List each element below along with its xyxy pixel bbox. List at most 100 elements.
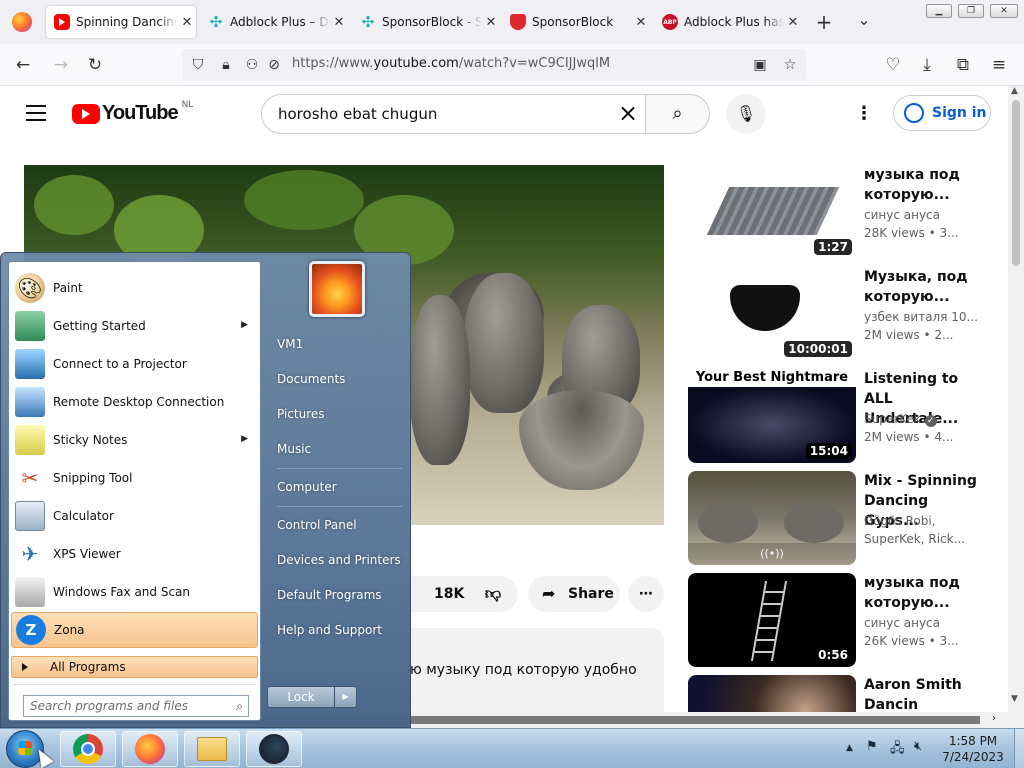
picture-in-picture-icon[interactable]: ▣ (750, 55, 770, 75)
recommendation-item[interactable]: 1:27 музыка под которую... синус ануса 2… (688, 165, 998, 259)
video-thumbnail[interactable]: 10:00:01 (688, 267, 856, 361)
start-item-paint[interactable]: 🎨︎ Paint (11, 270, 258, 306)
tab-adblock-plus[interactable]: ABP Adblock Plus has ✕ (654, 6, 802, 38)
close-tab-icon[interactable]: ✕ (330, 15, 348, 30)
restore-window-button[interactable]: ❐ (958, 4, 984, 18)
start-link-devices-printers[interactable]: Devices and Printers (269, 545, 404, 575)
url-text[interactable]: https://www.youtube.com/watch?v=wC9CIJJw… (292, 56, 610, 71)
extensions-icon[interactable]: ⧉ (952, 54, 974, 76)
tab-sponsorblock-skip[interactable]: ✣ SponsorBlock - Sk ✕ (352, 6, 500, 38)
share-button[interactable]: ➦ Share (528, 576, 620, 612)
all-programs-button[interactable]: All Programs (11, 656, 258, 678)
channel-name[interactable]: SuperKek ✓ (864, 412, 937, 427)
show-desktop-button[interactable] (1014, 729, 1024, 768)
start-item-calculator[interactable]: Calculator (11, 498, 258, 534)
tab-sponsorblock[interactable]: SponsorBlock ✕ (502, 6, 650, 38)
user-avatar[interactable] (309, 261, 365, 317)
dislike-icon[interactable]: 👎︎ (468, 576, 518, 612)
close-tab-icon[interactable]: ✕ (178, 15, 196, 30)
start-item-snipping-tool[interactable]: ✂ Snipping Tool (11, 460, 258, 496)
start-search-input[interactable]: Search programs and files ⌕ (23, 695, 249, 717)
close-window-button[interactable]: ✕ (990, 4, 1018, 18)
video-title[interactable]: музыка под которую... (864, 573, 982, 613)
downloads-icon[interactable]: ⤓ (916, 54, 938, 76)
autoplay-blocked-icon[interactable]: ⊘ (264, 55, 284, 75)
scroll-up-arrow-icon[interactable]: ▲ (1011, 86, 1018, 96)
channel-name[interactable]: синус ануса (864, 208, 940, 222)
more-actions-button[interactable]: ⋯ (628, 576, 664, 612)
start-link-documents[interactable]: Documents (269, 364, 404, 394)
lock-icon[interactable]: 🔒︎ (216, 55, 236, 75)
channel-name[interactable]: узбек виталя 10... (864, 310, 978, 324)
guide-menu-icon[interactable] (26, 105, 46, 121)
start-item-getting-started[interactable]: Getting Started ▶ (11, 308, 258, 344)
back-arrow-icon[interactable]: ← (12, 54, 34, 76)
recommendation-item[interactable]: Your Best Nightmare 15:04 Listening to A… (688, 369, 998, 463)
taskbar-chrome[interactable] (60, 731, 116, 767)
scroll-right-arrow-icon[interactable]: › (992, 713, 996, 724)
show-hidden-icons-arrow[interactable]: ▲ (846, 743, 853, 753)
start-link-music[interactable]: Music (269, 434, 404, 464)
tab-youtube[interactable]: Spinning Dancing ✕ (46, 6, 196, 38)
taskbar-steam[interactable] (246, 731, 302, 767)
recommendation-item[interactable]: ((•)) Mix - Spinning Dancing Gyps... Dög… (688, 471, 998, 565)
new-tab-button[interactable]: + (812, 10, 836, 34)
start-item-sticky-notes[interactable]: Sticky Notes ▶ (11, 422, 258, 458)
volume-muted-icon[interactable]: 🔇︎ (914, 739, 922, 754)
start-link-default-programs[interactable]: Default Programs (269, 580, 404, 610)
start-item-connect-projector[interactable]: Connect to a Projector (11, 346, 258, 382)
video-thumbnail[interactable]: ((•)) (688, 471, 856, 565)
recommendation-item[interactable]: 0:56 музыка под которую... синус ануса 2… (688, 573, 998, 667)
clear-search-icon[interactable]: × (615, 101, 641, 127)
url-bar[interactable]: ⛉ 🔒︎ ⚇ ⊘ https://www.youtube.com/watch?v… (182, 49, 806, 81)
start-link-control-panel[interactable]: Control Panel (269, 510, 404, 540)
search-button[interactable]: ⌕ (646, 94, 710, 134)
voice-search-button[interactable]: 🎙︎ (726, 94, 766, 134)
start-item-remote-desktop[interactable]: Remote Desktop Connection (11, 384, 258, 420)
channel-name[interactable]: синус ануса (864, 616, 940, 630)
close-tab-icon[interactable]: ✕ (482, 15, 500, 30)
taskbar-firefox[interactable] (122, 731, 178, 767)
reload-icon[interactable]: ↻ (84, 54, 106, 76)
video-thumbnail[interactable]: 1:27 (688, 165, 856, 259)
shutdown-options-arrow-icon[interactable]: ▶ (335, 686, 357, 708)
start-item-zona[interactable]: Z Zona (11, 612, 258, 648)
permissions-icon[interactable]: ⚇ (242, 55, 262, 75)
start-link-pictures[interactable]: Pictures (269, 399, 404, 429)
scrollbar-thumb[interactable] (1012, 100, 1020, 266)
bookmark-star-icon[interactable]: ☆ (780, 55, 800, 75)
video-thumbnail[interactable]: Your Best Nightmare 15:04 (688, 369, 856, 463)
close-tab-icon[interactable]: ✕ (632, 15, 650, 30)
page-vertical-scrollbar[interactable]: ▲ ▼ (1008, 86, 1024, 728)
video-title[interactable]: музыка под которую... (864, 165, 982, 205)
taskbar-explorer[interactable] (184, 731, 240, 767)
settings-more-icon[interactable]: ⋮ (854, 102, 874, 126)
sign-in-button[interactable]: Sign in (893, 95, 991, 131)
minimize-window-button[interactable]: ▁ (926, 4, 952, 18)
channel-name[interactable]: Dögös Robi, (864, 514, 936, 528)
start-link-help-support[interactable]: Help and Support (269, 615, 404, 645)
pocket-icon[interactable]: ♡ (882, 54, 904, 76)
network-icon[interactable]: 🖧︎ (890, 739, 905, 761)
firefox-view-icon[interactable] (12, 12, 32, 32)
video-title[interactable]: Музыка, под которую... (864, 267, 982, 307)
close-tab-icon[interactable]: ✕ (784, 15, 802, 30)
youtube-logo[interactable]: YouTube NL (72, 100, 193, 125)
start-link-computer[interactable]: Computer (269, 472, 404, 502)
tracking-protection-shield-icon[interactable]: ⛉ (188, 55, 208, 75)
start-item-xps-viewer[interactable]: ✈ XPS Viewer (11, 536, 258, 572)
scroll-down-arrow-icon[interactable]: ▼ (1011, 694, 1018, 704)
lock-button[interactable]: Lock (267, 686, 335, 708)
list-all-tabs-button[interactable]: ⌄ (852, 10, 876, 29)
recommendation-item[interactable]: 10:00:01 Музыка, под которую... узбек ви… (688, 267, 998, 361)
start-item-windows-fax-scan[interactable]: Windows Fax and Scan (11, 574, 258, 610)
video-thumbnail[interactable]: 0:56 (688, 573, 856, 667)
system-clock[interactable]: 1:58 PM 7/24/2023 (936, 733, 1010, 765)
search-input[interactable]: horosho ebat chugun × (261, 94, 646, 134)
start-link-user[interactable]: VM1 (269, 329, 404, 359)
forward-arrow-icon[interactable]: → (50, 54, 72, 76)
tab-adblock-plus-details[interactable]: ✣ Adblock Plus – De ✕ (200, 6, 348, 38)
app-menu-icon[interactable]: ≡ (988, 54, 1010, 76)
abp-icon: ABP (662, 14, 678, 30)
action-center-flag-icon[interactable]: ⚑ (866, 739, 878, 754)
